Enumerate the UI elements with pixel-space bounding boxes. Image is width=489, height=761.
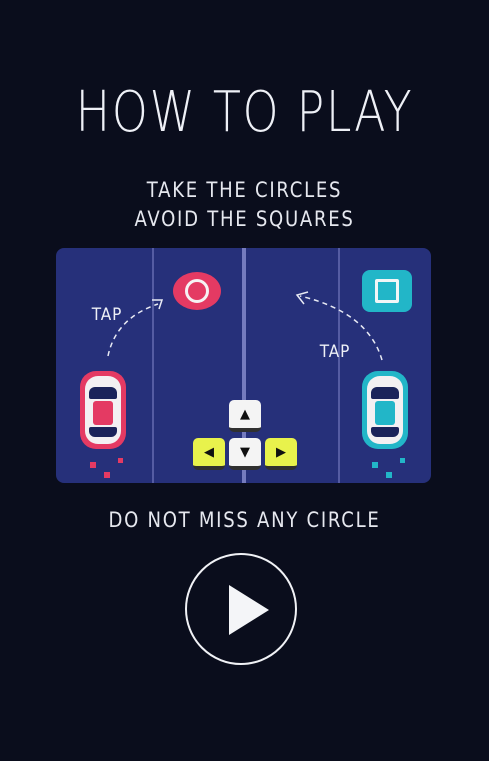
instruction-do-not-miss: DO NOT MISS ANY CIRCLE <box>108 508 381 532</box>
blue-trail-particle <box>372 462 378 468</box>
instruction-take-circles: TAKE THE CIRCLES <box>146 178 343 202</box>
red-car-icon <box>80 371 126 449</box>
blue-car-icon <box>362 371 408 449</box>
instruction-avoid-squares: AVOID THE SQUARES <box>134 207 355 231</box>
tap-label-right: TAP <box>319 342 351 362</box>
tutorial-board: TAP TAP ▲ ◀ ▼ ▶ <box>56 248 431 483</box>
red-trail-particle <box>90 462 96 468</box>
down-key-icon: ▼ <box>229 438 261 470</box>
up-key-icon: ▲ <box>229 400 261 432</box>
tap-label-left: TAP <box>91 305 123 325</box>
blue-trail-particle <box>400 458 405 463</box>
play-button[interactable] <box>185 553 297 665</box>
left-key-icon: ◀ <box>193 438 225 470</box>
red-trail-particle <box>104 472 110 478</box>
blue-trail-particle <box>386 472 392 478</box>
right-key-icon: ▶ <box>265 438 297 470</box>
red-trail-particle <box>118 458 123 463</box>
play-icon <box>229 585 269 635</box>
page-title: HOW TO PLAY <box>75 80 414 145</box>
